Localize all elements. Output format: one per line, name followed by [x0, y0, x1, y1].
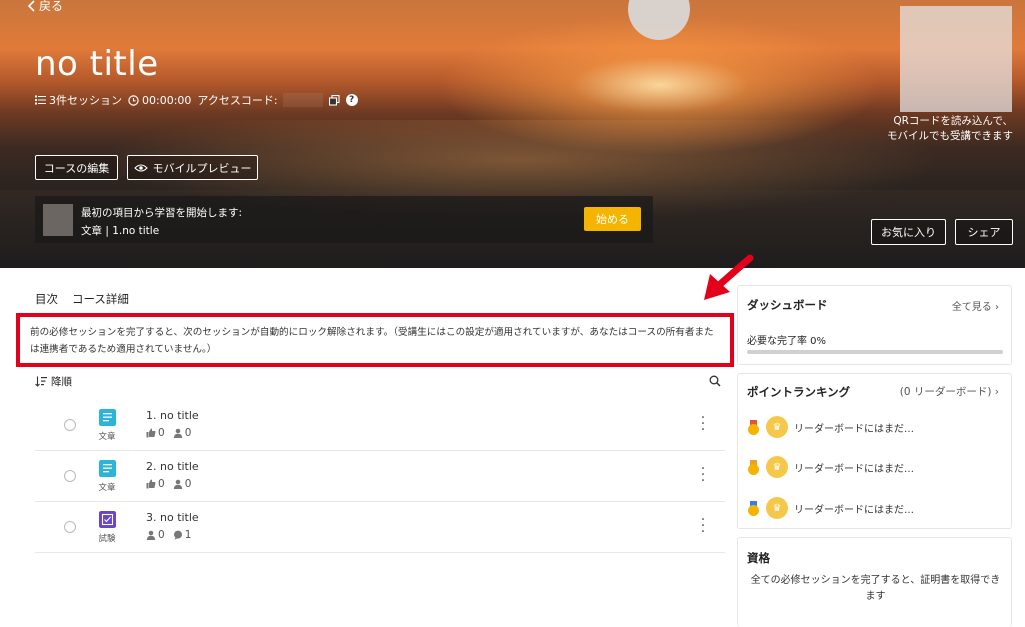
- help-icon[interactable]: ?: [345, 94, 358, 106]
- thumbs-up-icon: [146, 428, 156, 438]
- chevron-left-icon: [27, 0, 35, 12]
- user-icon: [173, 428, 182, 438]
- ranking-entry: ♛ リーダーボードにはまだ…: [747, 497, 914, 519]
- edit-course-button[interactable]: コースの編集: [35, 155, 118, 180]
- tab-course-details[interactable]: コース詳細: [72, 291, 129, 307]
- session-type-label: 試験: [98, 534, 116, 544]
- comment-icon: [173, 530, 182, 540]
- medal-icon: [747, 459, 760, 475]
- certificate-text: 全ての必修セッションを完了すると、証明書を取得できます: [750, 575, 1001, 602]
- start-item: 文章 | 1.no title: [81, 225, 160, 237]
- dashboard-title: ダッシュボード: [747, 298, 828, 312]
- session-stats: 0 0: [146, 427, 191, 439]
- document-icon: [99, 409, 116, 426]
- share-button[interactable]: シェア: [955, 219, 1013, 245]
- chevron-right-icon: ›: [995, 302, 999, 313]
- ranking-entry: ♛ リーダーボードにはまだ…: [747, 416, 914, 438]
- clock-icon: [128, 94, 139, 106]
- tab-contents[interactable]: 目次: [35, 291, 58, 307]
- access-code-value: [282, 93, 323, 107]
- thumbs-up-icon: [146, 479, 156, 489]
- eye-icon: [133, 163, 148, 172]
- point-ranking-card: ポイントランキング (0 リーダーボード) › ♛ リーダーボードにはまだ… ♛…: [737, 373, 1012, 529]
- session-type-label: 文章: [98, 483, 116, 493]
- qr-code-image: [900, 6, 1012, 112]
- completion-radio[interactable]: [64, 470, 76, 482]
- session-stats: 0 0: [146, 478, 191, 490]
- see-all-link[interactable]: 全て見る ›: [952, 298, 999, 313]
- crown-avatar-icon: ♛: [766, 416, 788, 438]
- more-options-icon[interactable]: · · ·: [699, 462, 707, 488]
- qr-caption: QRコードを読み込んで、 モバイルでも受講できます: [887, 115, 1013, 142]
- chevron-right-icon: ›: [994, 386, 999, 398]
- session-title[interactable]: 2. no title: [146, 460, 199, 473]
- session-list: 文章 1. no title 0 0 · · · 文章 2. no title 0 …: [35, 400, 725, 553]
- dashboard-card: ダッシュボード 全て見る › 必要な完了率 0%: [737, 285, 1012, 365]
- more-options-icon[interactable]: · · ·: [699, 513, 707, 539]
- completion-radio[interactable]: [64, 521, 76, 533]
- favorite-button[interactable]: お気に入り: [871, 219, 946, 245]
- user-icon: [173, 479, 182, 489]
- certificate-title: 資格: [747, 551, 770, 565]
- start-item-thumbnail: [43, 204, 73, 236]
- course-meta: 3件セッション 00:00:00 アクセスコード: ?: [35, 92, 358, 108]
- session-title[interactable]: 3. no title: [146, 511, 199, 524]
- session-type-label: 文章: [98, 432, 116, 442]
- ranking-title: ポイントランキング: [747, 385, 851, 399]
- search-icon[interactable]: [709, 375, 721, 387]
- start-learning-panel: 最初の項目から学習を開始します: 文章 | 1.no title 始める: [35, 196, 653, 243]
- session-row[interactable]: 文章 2. no title 0 0 · · ·: [35, 451, 725, 502]
- back-link[interactable]: 戻る: [27, 0, 63, 14]
- session-row[interactable]: 試験 3. no title 0 1 · · ·: [35, 502, 725, 553]
- medal-icon: [747, 419, 760, 435]
- leaderboard-count-link[interactable]: (0 リーダーボード) ›: [900, 384, 999, 399]
- access-code: アクセスコード:: [197, 92, 323, 108]
- ranking-entry: ♛ リーダーボードにはまだ…: [747, 456, 914, 478]
- sort-toggle[interactable]: 降順: [35, 374, 72, 389]
- session-title[interactable]: 1. no title: [146, 409, 199, 422]
- start-heading: 最初の項目から学習を開始します:: [81, 207, 243, 219]
- crown-avatar-icon: ♛: [766, 497, 788, 519]
- certificate-card: 資格 全ての必修セッションを完了すると、証明書を取得できます: [737, 537, 1012, 627]
- back-label: 戻る: [39, 0, 64, 13]
- medal-icon: [747, 500, 760, 516]
- lock-notice-text: 前の必修セッションを完了すると、次のセッションが自動的にロック解除されます。（受…: [30, 327, 714, 355]
- completion-radio[interactable]: [64, 419, 76, 431]
- more-options-icon[interactable]: · · ·: [699, 411, 707, 437]
- course-duration: 00:00:00: [128, 94, 191, 107]
- course-tabs: 目次 コース詳細: [35, 291, 129, 307]
- lock-notice: 前の必修セッションを完了すると、次のセッションが自動的にロック解除されます。（受…: [16, 313, 734, 367]
- mobile-preview-button[interactable]: モバイルプレビュー: [127, 155, 258, 180]
- session-stats: 0 1: [146, 529, 191, 541]
- list-toolbar: 降順: [35, 374, 721, 388]
- session-row[interactable]: 文章 1. no title 0 0 · · ·: [35, 400, 725, 451]
- crown-avatar-icon: ♛: [766, 456, 788, 478]
- user-icon: [146, 530, 156, 540]
- hero-sun: [628, 0, 690, 40]
- sort-descending-icon: [35, 376, 47, 387]
- session-count: 3件セッション: [35, 92, 122, 108]
- list-icon: [35, 95, 46, 105]
- course-hero-banner: 戻る no title 3件セッション 00:00:00 アクセスコード: ? …: [0, 0, 1025, 268]
- completion-progress-bar: [747, 350, 1003, 354]
- exam-icon: [99, 511, 116, 528]
- completion-rate: 必要な完了率 0%: [747, 336, 827, 347]
- start-button[interactable]: 始める: [584, 207, 641, 231]
- copy-icon[interactable]: [328, 94, 340, 106]
- document-icon: [99, 460, 116, 477]
- course-title: no title: [35, 44, 159, 84]
